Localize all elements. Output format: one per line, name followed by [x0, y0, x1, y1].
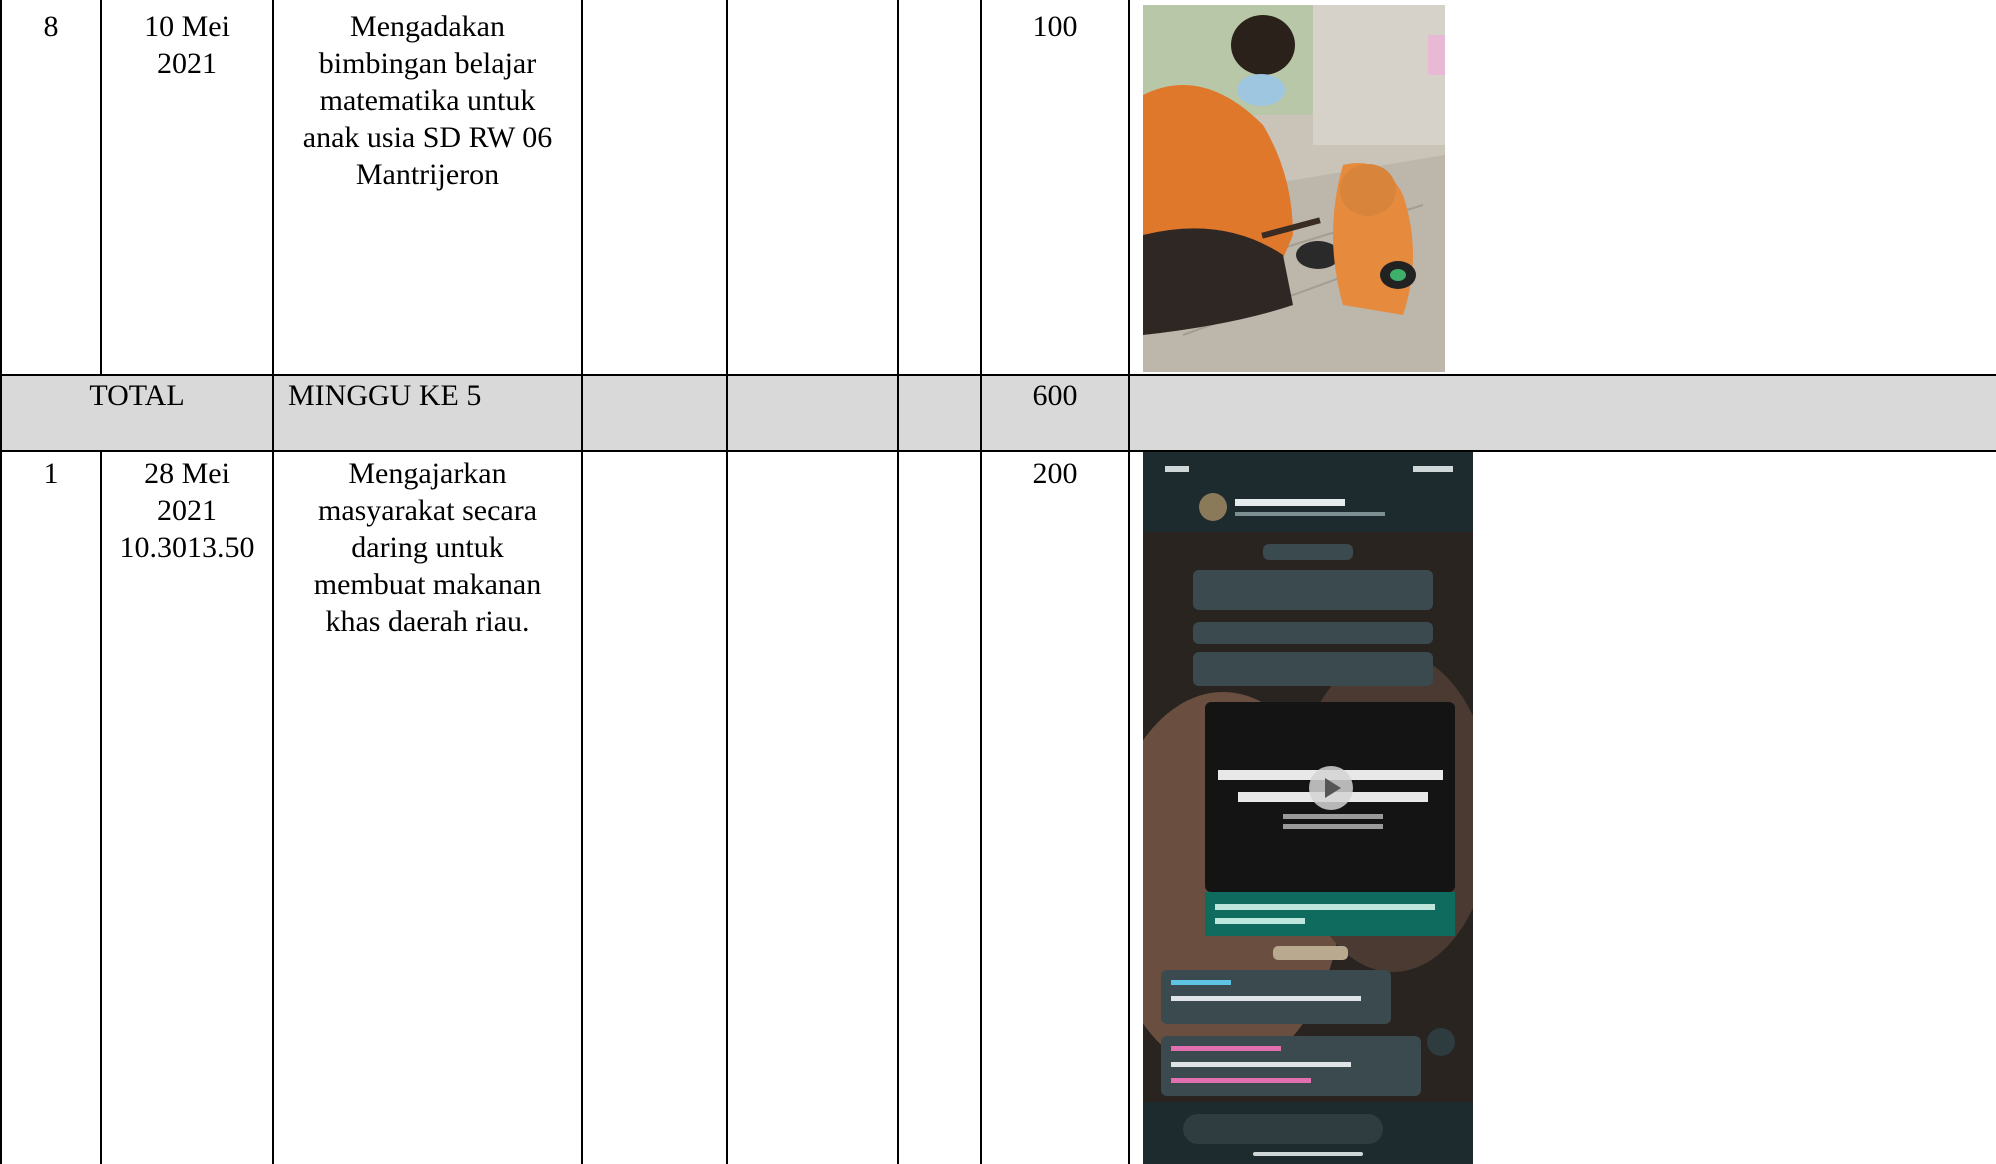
column-divider	[726, 375, 728, 451]
activity-line: matematika untuk	[319, 84, 536, 117]
column-divider	[581, 375, 583, 451]
column-divider	[0, 0, 2, 375]
activity-line: Mantrijeron	[355, 158, 500, 191]
activity-line: Mengajarkan	[348, 457, 507, 490]
date-line: 28 Mei	[144, 457, 230, 490]
column-divider	[1128, 0, 1130, 375]
date-line: 2021	[157, 494, 217, 527]
column-divider	[726, 451, 728, 1164]
activity-line: bimbingan belajar	[318, 47, 537, 80]
row-number: 1	[43, 457, 59, 490]
column-divider	[1128, 375, 1130, 451]
total-label: TOTAL	[89, 379, 185, 412]
activity-line: membuat makanan	[313, 568, 542, 601]
column-divider	[980, 451, 982, 1164]
photo-tutoring-icon	[1143, 5, 1445, 372]
activity-line: masyarakat secara	[317, 494, 538, 527]
activity-line: Mengadakan	[350, 10, 505, 43]
minutes-value: 100	[1032, 10, 1078, 43]
activity-line: daring untuk	[351, 531, 504, 564]
activity-description: Mengadakan bimbingan belajar matematika …	[274, 8, 581, 193]
column-divider	[581, 0, 583, 375]
column-divider	[897, 451, 899, 1164]
tutoring-photo	[1143, 5, 1445, 372]
phone-screenshot-whatsapp-icon	[1143, 452, 1473, 1164]
row-divider	[0, 450, 1996, 452]
phone-screenshot	[1143, 452, 1473, 1164]
activity-line: khas daerah riau.	[325, 605, 530, 638]
column-divider	[0, 451, 2, 1164]
column-divider	[897, 0, 899, 375]
week-label: MINGGU KE 5	[288, 379, 482, 412]
date-line: 10 Mei	[144, 10, 230, 43]
date-line: 2021	[157, 47, 217, 80]
column-divider	[272, 375, 274, 451]
activity-line: anak usia SD RW 06	[302, 121, 553, 154]
date-line: 10.3013.50	[119, 531, 255, 564]
column-divider	[1128, 451, 1130, 1164]
document-page: 8 10 Mei 2021 Mengadakan bimbingan belaj…	[0, 0, 1996, 1164]
column-divider	[897, 375, 899, 451]
column-divider	[726, 0, 728, 375]
column-divider	[581, 451, 583, 1164]
row-number: 8	[43, 10, 59, 43]
column-divider	[980, 0, 982, 375]
row-date: 28 Mei 2021 10.3013.50	[102, 455, 272, 566]
row-date: 10 Mei 2021	[102, 8, 272, 82]
minutes-value: 200	[1032, 457, 1078, 490]
total-value: 600	[1032, 379, 1078, 412]
activity-description: Mengajarkan masyarakat secara daring unt…	[274, 455, 581, 640]
row-divider	[0, 374, 1996, 376]
